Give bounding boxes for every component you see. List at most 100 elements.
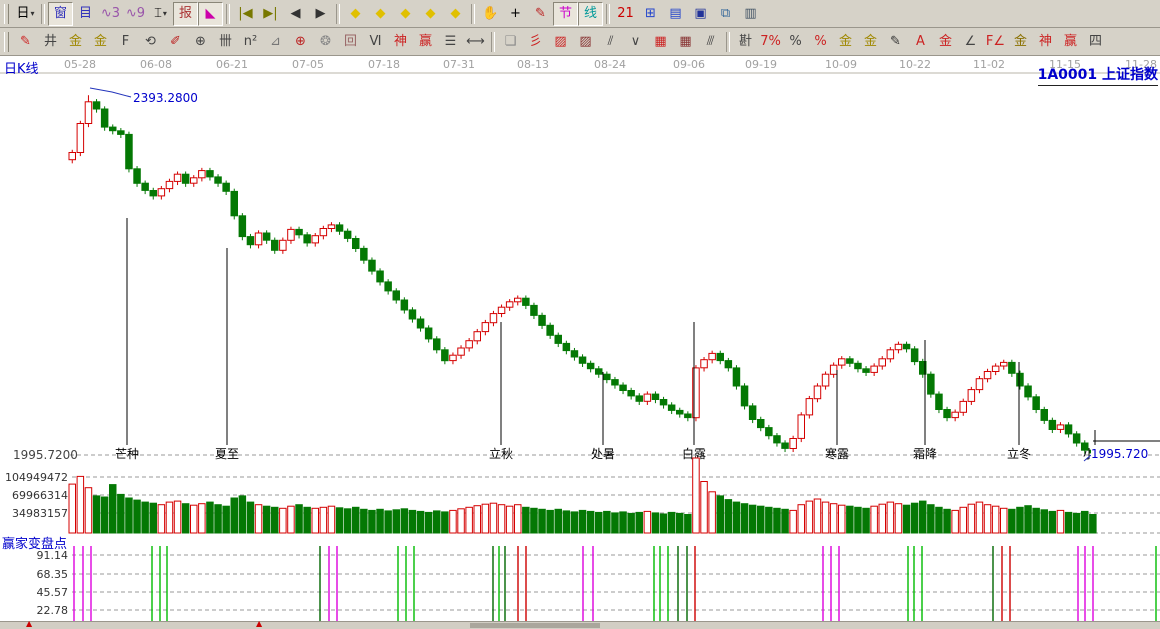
gold-lines-icon[interactable]: 金 <box>858 30 883 54</box>
zoom-reset-icon[interactable]: ◆ <box>443 2 468 26</box>
symbol-title[interactable]: 1A0001 上证指数 <box>1038 64 1158 86</box>
date-axis: 05-2806-0806-2107-0507-1807-3108-1308-24… <box>64 58 1157 71</box>
si-angle-icon[interactable]: 四 <box>1083 30 1108 54</box>
icon-glyph: Ⅵ <box>370 35 382 48</box>
gold-red-icon[interactable]: 金 <box>933 30 958 54</box>
nested-box-icon[interactable]: 回 <box>338 30 363 54</box>
vi-mark-icon[interactable]: Ⅵ <box>363 30 388 54</box>
measure-icon[interactable]: 卙 <box>733 30 758 54</box>
toolbar-separator <box>491 32 495 52</box>
quote-view-icon[interactable]: 目 <box>73 2 98 26</box>
icon-glyph: ⟲ <box>145 35 156 48</box>
hand-tool-icon[interactable]: ✋ <box>478 2 503 26</box>
circle-cross-icon[interactable]: ⊕ <box>288 30 313 54</box>
a-wave-icon[interactable]: A <box>908 30 933 54</box>
v-wave-icon[interactable]: ∨ <box>623 30 648 54</box>
color-triangle-icon[interactable]: ◣ <box>198 2 223 26</box>
icon-glyph: % <box>814 35 826 48</box>
save-icon[interactable]: ▣ <box>688 2 713 26</box>
angle-ruler-icon[interactable]: ⊿ <box>263 30 288 54</box>
toolbar-separator <box>606 4 610 24</box>
icon-glyph: 四 <box>1089 35 1102 48</box>
calculator-icon[interactable]: ⊞ <box>638 2 663 26</box>
gold-angle-icon[interactable]: 金 <box>1008 30 1033 54</box>
icon-glyph: ✎ <box>20 35 31 48</box>
box-select-icon[interactable]: ❏ <box>498 30 523 54</box>
trend-lines-icon[interactable]: ⫽ <box>598 30 623 54</box>
jie-tool-icon[interactable]: 节 <box>553 2 578 26</box>
wave-3-icon[interactable]: ∿3 <box>98 2 123 26</box>
zoom-compress-icon[interactable]: ◆ <box>418 2 443 26</box>
percent-lines-icon[interactable]: % <box>808 30 833 54</box>
grid-icon[interactable]: 井 <box>38 30 63 54</box>
toolbar-grip[interactable] <box>4 4 9 24</box>
hatch-box2-icon[interactable]: ▨ <box>573 30 598 54</box>
low-price-label-right: 1995.720 <box>1091 447 1148 461</box>
volume-pane[interactable] <box>0 458 1160 533</box>
shen-icon[interactable]: 神 <box>388 30 413 54</box>
icon-glyph: ☰ <box>445 35 457 48</box>
spiral-icon[interactable]: ⟲ <box>138 30 163 54</box>
kline-pane[interactable] <box>0 74 1160 455</box>
brush-grid-icon[interactable]: ✐ <box>163 30 188 54</box>
icon-glyph: F∠ <box>986 35 1005 48</box>
zoom-left-icon[interactable]: ◆ <box>343 2 368 26</box>
gold-circle-icon[interactable]: 金 <box>833 30 858 54</box>
date-tick-label: 09-19 <box>745 58 777 71</box>
transfer-icon[interactable]: ▥ <box>738 2 763 26</box>
f-angle-icon[interactable]: F∠ <box>983 30 1008 54</box>
crosshair-tool-icon[interactable]: + <box>503 2 528 26</box>
candle-type-dropdown[interactable]: ⌶▾ <box>148 2 173 26</box>
icon-glyph: 卙 <box>739 35 752 48</box>
n2-grid-icon[interactable]: n² <box>238 30 263 54</box>
horizontal-scrollbar[interactable]: ▲ ▲ <box>0 621 1160 629</box>
bao-report-icon[interactable]: 报 <box>173 2 198 26</box>
ink-brush-icon[interactable]: ✎ <box>883 30 908 54</box>
xian-tool-icon[interactable]: 线 <box>578 2 603 26</box>
f-grid-icon[interactable]: F <box>113 30 138 54</box>
span-arrows-icon[interactable]: ⟷ <box>463 30 488 54</box>
circle-grid-icon[interactable]: ⊕ <box>188 30 213 54</box>
wave-9-icon[interactable]: ∿9 <box>123 2 148 26</box>
high-price-label: 2393.2800 <box>133 91 198 105</box>
rings-icon[interactable]: ❂ <box>313 30 338 54</box>
icon-glyph: 金 <box>1014 35 1027 48</box>
calendar-21-icon[interactable]: 21 <box>613 2 638 26</box>
percent7-icon[interactable]: 7% <box>758 30 783 54</box>
pin-line-icon[interactable]: ✎ <box>528 2 553 26</box>
period-day-dropdown[interactable]: 日▾ <box>13 2 38 26</box>
ying-icon[interactable]: 赢 <box>413 30 438 54</box>
slash3-icon[interactable]: ⫻ <box>698 30 723 54</box>
hatch-box-icon[interactable]: ▨ <box>548 30 573 54</box>
icon-glyph: ⧉ <box>721 7 730 20</box>
prev-bar-icon[interactable]: ◀ <box>283 2 308 26</box>
toolbar-grip[interactable] <box>4 32 9 52</box>
scrollbar-thumb[interactable] <box>470 623 600 628</box>
icon-glyph: ⟷ <box>466 35 485 48</box>
last-bar-icon[interactable]: ▶| <box>258 2 283 26</box>
gold-grid2-icon[interactable]: 金 <box>88 30 113 54</box>
fan-lines-icon[interactable]: 彡 <box>523 30 548 54</box>
gold-grid-icon[interactable]: 金 <box>63 30 88 54</box>
dense-grid-icon[interactable]: 卌 <box>213 30 238 54</box>
multi-window-icon[interactable]: ⧉ <box>713 2 738 26</box>
icon-glyph: ◆ <box>401 7 411 20</box>
shen-angle-icon[interactable]: 神 <box>1033 30 1058 54</box>
ruler-123-icon[interactable]: ☰ <box>438 30 463 54</box>
kline-view-icon[interactable]: 窗 <box>48 2 73 26</box>
percent-icon[interactable]: % <box>783 30 808 54</box>
icon-glyph: 线 <box>584 7 597 20</box>
icon-glyph: 赢 <box>1064 35 1077 48</box>
zoom-expand-icon[interactable]: ◆ <box>393 2 418 26</box>
first-bar-icon[interactable]: |◀ <box>233 2 258 26</box>
brush-icon[interactable]: ✎ <box>13 30 38 54</box>
ying-angle-icon[interactable]: 赢 <box>1058 30 1083 54</box>
zoom-right-icon[interactable]: ◆ <box>368 2 393 26</box>
red-grid-icon[interactable]: ▦ <box>648 30 673 54</box>
red-grid2-icon[interactable]: ▦ <box>673 30 698 54</box>
indicator-pane[interactable] <box>0 545 1160 622</box>
notes-icon[interactable]: ▤ <box>663 2 688 26</box>
icon-glyph: 21 <box>617 7 634 20</box>
angle-line-icon[interactable]: ∠ <box>958 30 983 54</box>
next-bar-icon[interactable]: ▶ <box>308 2 333 26</box>
